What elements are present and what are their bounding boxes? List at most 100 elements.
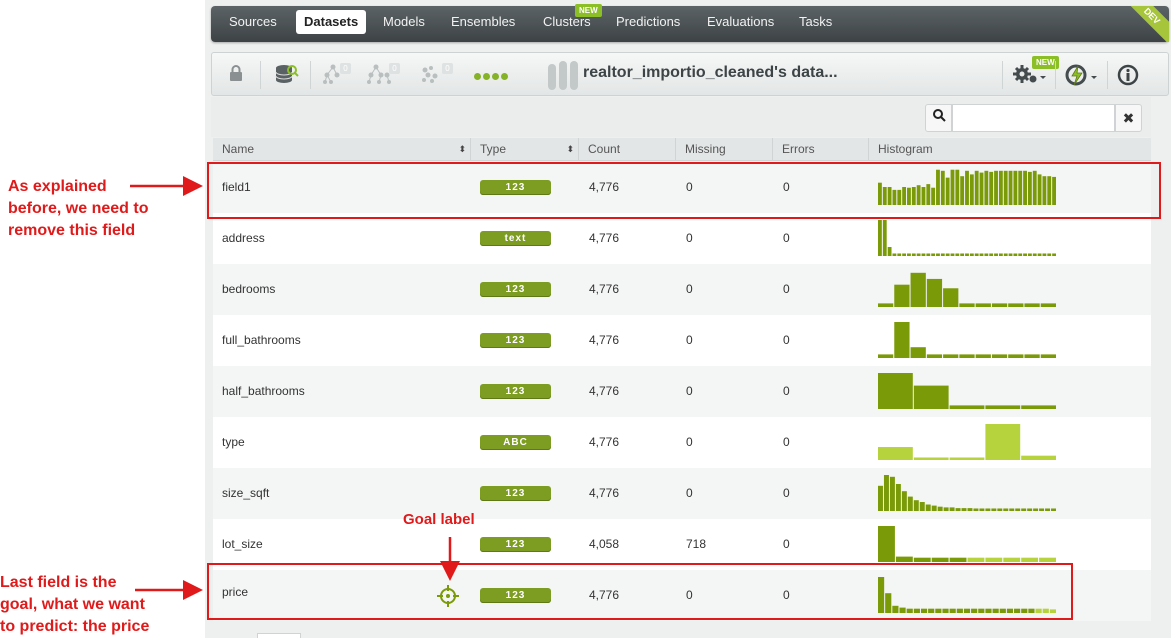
histogram-bar bbox=[878, 303, 894, 307]
table-row[interactable]: half_bathrooms 123 4,776 0 0 bbox=[213, 366, 1151, 417]
column-header-type[interactable]: Type ⬍ bbox=[471, 138, 579, 161]
column-header-errors[interactable]: Errors bbox=[773, 138, 869, 161]
histogram-bar bbox=[959, 303, 975, 307]
pagination-strip bbox=[211, 625, 1169, 638]
sort-icon[interactable]: ⬍ bbox=[566, 138, 574, 161]
histogram-bar bbox=[1024, 303, 1040, 307]
histogram-bar bbox=[897, 253, 902, 256]
lock-icon[interactable] bbox=[226, 64, 246, 88]
histogram-bar bbox=[1040, 303, 1056, 307]
field-name[interactable]: bedrooms bbox=[222, 264, 275, 315]
field-count: 4,776 bbox=[589, 486, 620, 500]
field-errors: 0 bbox=[783, 333, 790, 347]
dataset-search-icon[interactable] bbox=[274, 64, 300, 92]
column-header-name[interactable]: Name ⬍ bbox=[213, 138, 471, 161]
histogram-bar bbox=[985, 557, 1003, 562]
histogram-bar bbox=[926, 253, 931, 256]
histogram-bar bbox=[1008, 303, 1024, 307]
histogram-bar bbox=[984, 253, 989, 256]
histogram-bar bbox=[959, 354, 975, 358]
field-histogram[interactable] bbox=[878, 366, 1058, 417]
histogram-bar bbox=[882, 220, 887, 256]
histogram-bar bbox=[1003, 508, 1009, 511]
histogram-bar bbox=[878, 354, 894, 358]
column-header-label: Type bbox=[480, 142, 507, 156]
table-row[interactable]: bedrooms 123 4,776 0 0 bbox=[213, 264, 1151, 315]
histogram-bar bbox=[878, 373, 913, 409]
nav-sources[interactable]: Sources bbox=[221, 10, 285, 34]
histogram-bar bbox=[973, 508, 979, 511]
histogram-bar bbox=[974, 253, 979, 256]
field-type-badge: 123 bbox=[480, 384, 551, 399]
column-header-count[interactable]: Count bbox=[579, 138, 676, 161]
cluster-icon[interactable] bbox=[420, 64, 442, 90]
note-line: before, we need to bbox=[8, 200, 149, 217]
field-missing: 0 bbox=[686, 486, 693, 500]
progress-dots-icon bbox=[474, 66, 510, 86]
field-count: 4,776 bbox=[589, 435, 620, 449]
histogram-bar bbox=[985, 508, 991, 511]
column-header-missing[interactable]: Missing bbox=[676, 138, 773, 161]
table-row[interactable]: size_sqft 123 4,776 0 0 bbox=[213, 468, 1151, 519]
histogram-bar bbox=[919, 502, 925, 511]
histogram-bar bbox=[936, 253, 940, 256]
objective-target-icon[interactable] bbox=[437, 585, 459, 612]
field-name[interactable]: address bbox=[222, 213, 265, 264]
clear-search-button[interactable]: ✖ bbox=[1115, 104, 1142, 132]
bolt-action-icon[interactable] bbox=[1064, 64, 1100, 92]
histogram-bar bbox=[913, 385, 949, 409]
nav-tasks[interactable]: Tasks bbox=[791, 10, 840, 34]
dataset-toolbar: 0 0 0 realtor_importio_cleaned's data...… bbox=[211, 52, 1169, 96]
histogram-bar bbox=[913, 500, 919, 511]
sort-icon[interactable]: ⬍ bbox=[458, 138, 466, 161]
field-errors: 0 bbox=[783, 231, 790, 245]
histogram-bar bbox=[991, 508, 997, 511]
dev-ribbon-clip: DEV bbox=[1113, 6, 1169, 42]
histogram-bar bbox=[937, 506, 943, 511]
table-row[interactable]: full_bathrooms 123 4,776 0 0 bbox=[213, 315, 1151, 366]
histogram-bar bbox=[975, 354, 991, 358]
field-histogram[interactable] bbox=[878, 264, 1058, 315]
histogram-bar bbox=[901, 491, 907, 511]
histogram-bar bbox=[892, 253, 897, 256]
histogram-bar bbox=[1015, 508, 1021, 511]
page-size-select[interactable] bbox=[257, 633, 301, 638]
search-button[interactable] bbox=[925, 104, 952, 132]
field-histogram[interactable] bbox=[878, 417, 1058, 468]
info-icon[interactable] bbox=[1117, 64, 1139, 92]
ensemble-count-badge: 0 bbox=[389, 63, 400, 74]
nav-ensembles[interactable]: Ensembles bbox=[443, 10, 523, 34]
histogram-bar bbox=[949, 405, 985, 409]
table-row[interactable]: type ABC 4,776 0 0 bbox=[213, 417, 1151, 468]
histogram-bar bbox=[889, 476, 895, 511]
field-name[interactable]: full_bathrooms bbox=[222, 315, 301, 366]
histogram-bar bbox=[1037, 253, 1042, 256]
field-name[interactable]: type bbox=[222, 417, 245, 468]
dataset-bars-icon bbox=[546, 60, 580, 96]
clusters-new-badge: NEW bbox=[575, 4, 602, 17]
histogram-bar bbox=[1024, 354, 1040, 358]
toolbar-separator bbox=[1055, 61, 1056, 89]
field-name[interactable]: half_bathrooms bbox=[222, 366, 305, 417]
field-errors: 0 bbox=[783, 486, 790, 500]
field-histogram[interactable] bbox=[878, 213, 1058, 264]
histogram-bar bbox=[1027, 508, 1033, 511]
column-header-label: Histogram bbox=[878, 142, 933, 156]
histogram-bar bbox=[943, 288, 959, 307]
histogram-bar bbox=[921, 253, 926, 256]
column-header-label: Name bbox=[222, 142, 255, 156]
field-count: 4,776 bbox=[589, 231, 620, 245]
histogram-bar bbox=[1021, 508, 1027, 511]
field1-note: As explained before, we need to remove t… bbox=[8, 176, 148, 242]
nav-evaluations[interactable]: Evaluations bbox=[699, 10, 782, 34]
nav-datasets[interactable]: Datasets bbox=[296, 10, 367, 34]
histogram-bar bbox=[1032, 253, 1037, 256]
field-histogram[interactable] bbox=[878, 315, 1058, 366]
field-histogram[interactable] bbox=[878, 468, 1058, 519]
histogram-bar bbox=[902, 253, 907, 256]
nav-predictions[interactable]: Predictions bbox=[608, 10, 688, 34]
table-row[interactable]: address text 4,776 0 0 bbox=[213, 213, 1151, 264]
nav-models[interactable]: Models bbox=[375, 10, 433, 34]
search-input[interactable] bbox=[952, 104, 1115, 132]
field-name[interactable]: size_sqft bbox=[222, 468, 269, 519]
